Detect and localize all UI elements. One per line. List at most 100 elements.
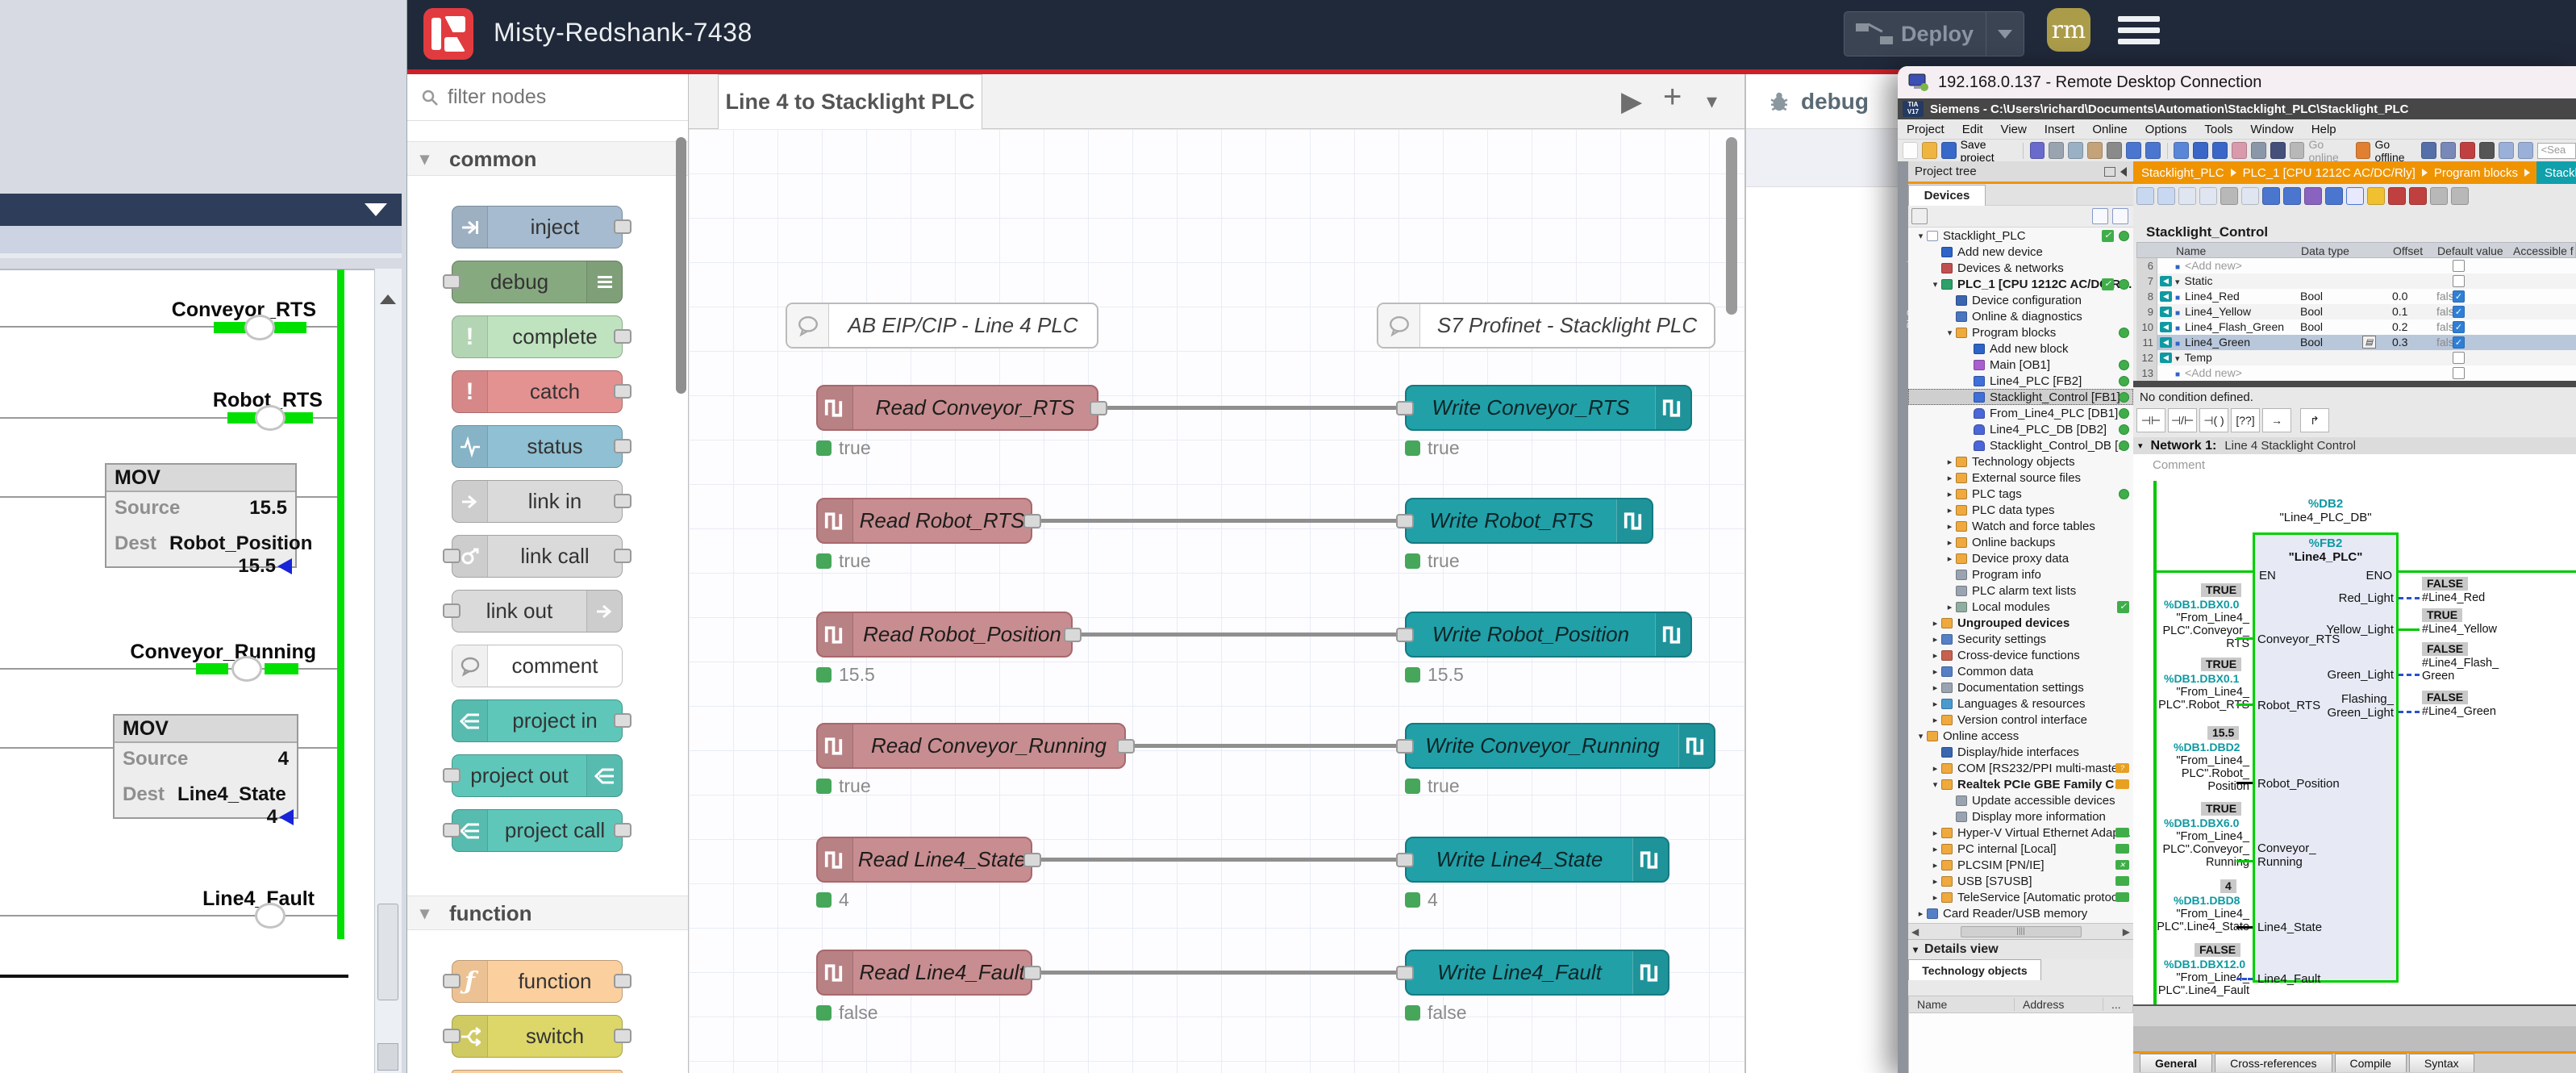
node-write-robot-position[interactable]: Write Robot_Position — [1405, 612, 1692, 658]
tree-item[interactable]: Display more information — [1908, 808, 2133, 825]
tree-item[interactable]: ▸Online backups — [1908, 534, 2133, 550]
node-write-conveyor-running[interactable]: Write Conveyor_Running — [1405, 723, 1715, 769]
operand-name[interactable]: #Line4_Flash_ Green — [2422, 657, 2499, 683]
snapshot-icon[interactable] — [2367, 187, 2385, 205]
checkbox[interactable] — [2453, 275, 2465, 287]
tree-item[interactable]: From_Line4_PLC [DB1] — [1908, 405, 2133, 421]
goto-next-icon[interactable] — [2451, 187, 2469, 205]
fb-input-pin[interactable]: Robot_Position — [2257, 777, 2340, 791]
tag-row[interactable]: 8◀ ■Line4_Red Bool 0.0 false ✓ — [2136, 289, 2576, 304]
tab-line4-to-stacklight[interactable]: Line 4 to Stacklight PLC — [718, 74, 982, 129]
operand-name[interactable]: "From_Line4_ PLC".Conveyor_ Running — [2136, 830, 2249, 869]
collapse-panel-icon[interactable] — [2120, 167, 2127, 177]
diagram-toggle-icon[interactable] — [2112, 208, 2128, 224]
tree-item[interactable]: ▸PLCSIM [PN/IE]✕ — [1908, 857, 2133, 873]
jump-label-icon[interactable] — [2283, 187, 2301, 205]
run-flow-icon[interactable]: ▶ — [1621, 86, 1642, 118]
contact-no-icon[interactable]: ⊣⊢ — [2136, 408, 2165, 432]
menu-tools[interactable]: Tools — [2195, 123, 2241, 136]
tree-item[interactable]: ▸Local modules✓ — [1908, 599, 2133, 615]
comment-node[interactable]: S7 Profinet - Stacklight PLC — [1377, 303, 1715, 349]
palette-node-link-out[interactable]: link out — [452, 590, 623, 633]
crumb-program-blocks[interactable]: Program blocks — [2434, 166, 2518, 180]
filter-nodes-input[interactable] — [448, 86, 641, 109]
db-name[interactable]: "Line4_PLC_DB" — [2236, 511, 2415, 524]
call-env-icon[interactable] — [2388, 187, 2406, 205]
expand-all-icon[interactable] — [2178, 187, 2196, 205]
tag-row[interactable]: 12◀ ▾Temp — [2136, 350, 2576, 365]
palette-node-function[interactable]: ƒ function — [452, 960, 623, 1003]
tree-item[interactable]: Update accessible devices — [1908, 792, 2133, 808]
tree-item[interactable]: ▸Cross-device functions — [1908, 647, 2133, 663]
input-port[interactable] — [443, 1029, 461, 1043]
open-project-icon[interactable] — [1922, 142, 1937, 159]
datatype-dropdown-icon[interactable]: ▤ — [2362, 336, 2376, 349]
tree-item[interactable]: ▸Technology objects — [1908, 453, 2133, 470]
mov-dest-tag[interactable]: Robot_Position — [169, 532, 312, 555]
operand-name[interactable]: "From_Line4_ PLC".Robot_RTS — [2136, 686, 2249, 712]
tag-row-selected[interactable]: 11◀ ■Line4_Green Bool ▤ 0.3 false ✓ — [2136, 335, 2576, 350]
palette-scrollbar-thumb[interactable] — [676, 137, 686, 394]
tree-item[interactable]: ▾Realtek PCIe GBE Family Con... — [1908, 776, 2133, 792]
input-port[interactable] — [1396, 401, 1414, 415]
operand-name[interactable]: "From_Line4_ PLC".Line4_State — [2136, 908, 2249, 933]
tree-item[interactable]: ▾Stacklight_PLC✓ — [1908, 228, 2133, 244]
update-inconsistent-icon[interactable] — [2325, 187, 2343, 205]
node-write-robot-rts[interactable]: Write Robot_RTS — [1405, 498, 1653, 544]
palette-filter[interactable] — [407, 74, 688, 121]
split-horizontal-icon[interactable] — [2499, 142, 2514, 159]
checkbox-checked[interactable]: ✓ — [2453, 321, 2465, 333]
scroll-up-icon[interactable] — [380, 294, 396, 304]
plc-programming-sidebar[interactable]: PLC programming — [1898, 161, 1908, 1073]
node-read-line4-fault[interactable]: Read Line4_Fault — [816, 950, 1032, 996]
chevron-down-icon[interactable]: ▾ — [2138, 440, 2143, 451]
tree-item[interactable]: ▸External source files — [1908, 470, 2133, 486]
tree-item[interactable]: Add new device — [1908, 244, 2133, 260]
node-read-line4-state[interactable]: Read Line4_State — [816, 837, 1032, 883]
network-comment[interactable]: Comment — [2153, 458, 2205, 472]
palette-node-project-out[interactable]: project out — [452, 754, 623, 797]
output-port[interactable] — [614, 329, 631, 344]
project-tree-header[interactable]: Project tree — [1908, 161, 2133, 182]
redo-icon[interactable] — [2145, 142, 2161, 159]
tree-item[interactable]: Display/hide interfaces — [1908, 744, 2133, 760]
operand-name[interactable]: #Line4_Yellow — [2422, 623, 2497, 636]
start-simulation-icon[interactable] — [2441, 142, 2456, 159]
tree-item[interactable]: ▸TeleService [Automatic protoco... — [1908, 889, 2133, 905]
favorites-toggle-icon[interactable] — [2262, 187, 2280, 205]
go-online-label[interactable]: Go online — [2308, 138, 2351, 164]
rung-tag-label[interactable]: Conveyor_Running — [97, 641, 316, 664]
crumb-current[interactable]: Stacklight_Co — [2536, 161, 2576, 184]
output-port[interactable] — [614, 549, 631, 563]
fb-output-pin[interactable]: Red_Light — [2285, 591, 2394, 605]
input-port[interactable] — [443, 549, 461, 563]
palette-node-project-call[interactable]: project call — [452, 809, 623, 852]
output-port[interactable] — [1023, 966, 1041, 980]
mov-block[interactable]: MOV Source 4 Dest Line4_State 4 — [113, 714, 298, 819]
accessible-devices-icon[interactable] — [2421, 142, 2436, 159]
palette-node-comment[interactable]: comment — [452, 645, 623, 687]
input-port[interactable] — [1396, 739, 1414, 754]
output-port[interactable] — [614, 1029, 631, 1043]
delete-network-icon[interactable] — [2157, 187, 2175, 205]
operand-name[interactable]: #Line4_Green — [2422, 705, 2496, 718]
coil-icon[interactable]: ⊣( ) — [2199, 408, 2228, 432]
tia-titlebar[interactable]: TIA V17 Siemens - C:\Users\richard\Docum… — [1898, 98, 2576, 119]
absolute-operands-icon[interactable] — [2220, 187, 2238, 205]
menu-window[interactable]: Window — [2241, 123, 2302, 136]
tree-hscrollbar[interactable]: ◀||||▶ — [1908, 923, 2133, 939]
output-coil-icon[interactable] — [244, 315, 275, 340]
open-branch-icon[interactable]: → — [2262, 408, 2291, 432]
tree-item[interactable]: ▸Hyper-V Virtual Ethernet Adapter — [1908, 825, 2133, 841]
deploy-caret-icon[interactable] — [1998, 30, 2012, 39]
tree-item[interactable]: Add new block — [1908, 340, 2133, 357]
operand-address[interactable]: %DB1.DBX6.0 — [2164, 816, 2239, 829]
fb-input-pin[interactable]: Line4_Fault — [2257, 972, 2320, 986]
palette-node-link-call[interactable]: link call — [452, 535, 623, 578]
save-project-icon[interactable] — [1941, 142, 1957, 159]
download-icon[interactable] — [2193, 142, 2208, 159]
palette-node-project-in[interactable]: project in — [452, 699, 623, 742]
tree-item[interactable]: Online & diagnostics — [1908, 308, 2133, 324]
tag-row[interactable]: 7◀ ▾Static — [2136, 273, 2576, 289]
collapse-caret-icon[interactable] — [365, 203, 387, 216]
